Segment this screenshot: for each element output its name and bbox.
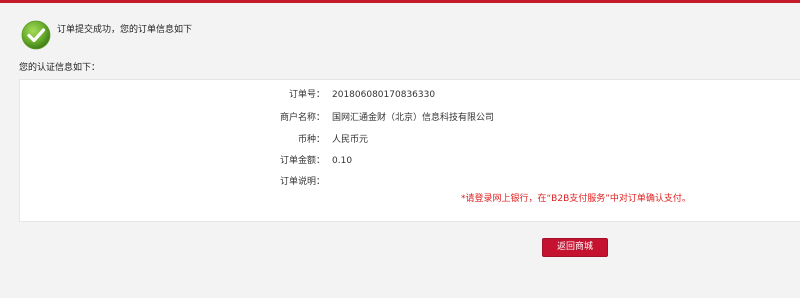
order-amount-value: 0.10 <box>332 156 353 166</box>
section-title: 您的认证信息如下： <box>19 63 101 73</box>
order-number-label: 订单号： <box>288 90 325 100</box>
order-number-row: 订单号： 201806080170836330 <box>20 89 720 101</box>
currency-label: 币种： <box>297 135 325 145</box>
order-amount-label: 订单金额： <box>279 156 325 166</box>
merchant-name-value: 国网汇通金财（北京）信息科技有限公司 <box>332 113 495 123</box>
payment-notice: *请登录网上银行，在“B2B支付服务”中对订单确认支付。 <box>461 194 691 204</box>
success-message: 订单提交成功，您的订单信息如下 <box>57 25 193 35</box>
return-to-mall-button[interactable]: 返回商城 <box>542 238 608 257</box>
currency-value: 人民币元 <box>332 135 369 145</box>
order-description-label: 订单说明： <box>279 177 325 187</box>
checkmark-circle-icon <box>21 20 51 50</box>
header: 订单提交成功，您的订单信息如下 <box>0 3 800 52</box>
order-info-panel: 订单号： 201806080170836330 商户名称： 国网汇通金财（北京）… <box>19 79 800 222</box>
merchant-name-row: 商户名称： 国网汇通金财（北京）信息科技有限公司 <box>20 112 720 124</box>
currency-row: 币种： 人民币元 <box>20 134 720 146</box>
order-number-value: 201806080170836330 <box>332 90 436 100</box>
order-description-row: 订单说明： <box>20 176 720 188</box>
order-amount-row: 订单金额： 0.10 <box>20 155 720 167</box>
merchant-name-label: 商户名称： <box>279 113 325 123</box>
